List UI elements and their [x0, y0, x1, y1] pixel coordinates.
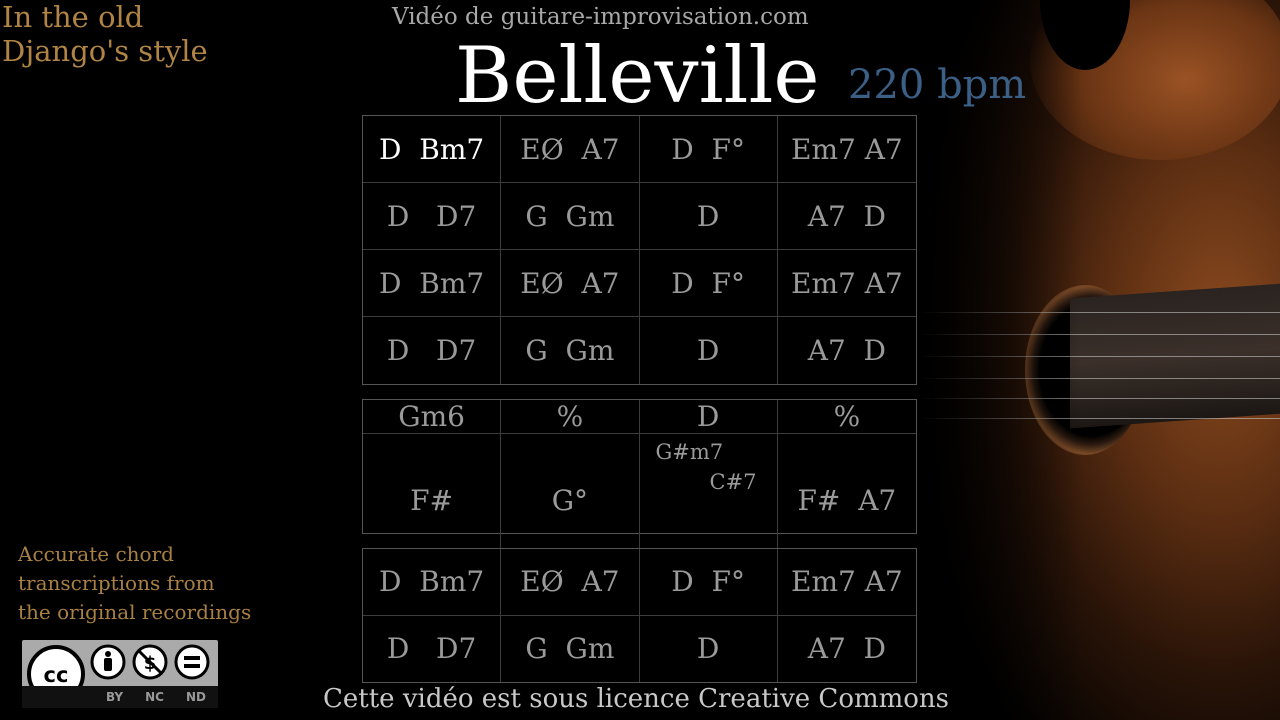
chord-cell: Em7 A7 — [777, 549, 916, 616]
license-labels: BY NC ND — [22, 686, 218, 708]
chord-cell: % — [501, 400, 640, 434]
chord-cell: % — [777, 400, 916, 434]
chord-cell: D Bm7 — [363, 250, 502, 317]
chord-cell-split: G#m7 C#7 — [640, 434, 778, 566]
chord-grid-b: Gm6 % D % F# G° G#m7 C#7 F# A7 — [362, 399, 917, 566]
chord-cell: EØ A7 — [501, 549, 640, 616]
chord-cell: G Gm — [501, 317, 640, 384]
chord-cell: D — [639, 400, 778, 434]
chord-upper: G#m7 — [655, 440, 724, 464]
chord-cell: A7 D — [807, 334, 887, 367]
license-label-by: BY — [105, 690, 124, 704]
license-label-nc: NC — [145, 690, 164, 704]
license-label-nd: ND — [185, 690, 206, 704]
chord-cell: D — [639, 183, 778, 250]
chord-cell: EØ A7 — [501, 116, 640, 183]
chord-cell: D D7 — [363, 183, 502, 250]
chord-grid-a: D Bm7 EØ A7 D F° Em7 A7 D D7 G Gm D A7 D… — [362, 115, 917, 385]
tempo-label: 220 bpm — [848, 62, 1027, 108]
license-icons: cc $ — [27, 644, 210, 686]
chord-cell: D Bm7 — [363, 549, 502, 616]
chord-cell: Em7 A7 — [777, 116, 916, 183]
style-label-line2: Django's style — [2, 34, 208, 68]
chord-cell: G Gm — [501, 615, 640, 682]
chord-cell: D D7 — [363, 317, 502, 384]
person-icon — [90, 644, 126, 680]
guitar-background-image — [920, 0, 1280, 720]
chord-cell: D F° — [639, 116, 778, 183]
chord-cell: D — [640, 317, 778, 384]
note-line: Accurate chord — [18, 542, 174, 566]
license-footer: Cette vidéo est sous licence Creative Co… — [323, 684, 950, 714]
chord-cell: D F° — [639, 250, 778, 317]
chord-cell: A7 D — [777, 183, 916, 250]
svg-text:cc: cc — [44, 663, 69, 686]
chord-cell: EØ A7 — [501, 250, 640, 317]
chord-cell: F# — [363, 434, 502, 566]
chord-cell: Gm6 — [363, 400, 502, 434]
chord-cell: D — [640, 615, 778, 682]
style-label: In the old Django's style — [2, 0, 208, 68]
song-title: Belleville — [455, 31, 820, 121]
note-line: the original recordings — [18, 600, 252, 624]
style-label-line1: In the old — [2, 0, 144, 34]
chord-cell: G° — [501, 434, 640, 566]
creative-commons-badge: cc $ BY NC ND — [22, 640, 218, 708]
no-dollar-icon: $ — [132, 644, 168, 680]
note-line: transcriptions from — [18, 571, 215, 595]
cc-icon: cc — [27, 645, 85, 686]
chord-cell: D F° — [639, 549, 778, 616]
chord-cell: A7 D — [807, 632, 887, 666]
chord-cell: Em7 A7 — [777, 250, 916, 317]
equals-icon — [174, 644, 210, 680]
chord-lower: C#7 — [709, 470, 757, 494]
chord-grid-c: D Bm7 EØ A7 D F° Em7 A7 D D7 G Gm D A7 D — [362, 548, 917, 683]
chord-cell: D D7 — [363, 615, 502, 682]
chord-cell: F# A7 — [797, 483, 897, 517]
chord-cell: G Gm — [501, 183, 640, 250]
transcription-note: Accurate chord transcriptions from the o… — [18, 540, 251, 627]
chord-cell: D Bm7 — [363, 116, 502, 183]
